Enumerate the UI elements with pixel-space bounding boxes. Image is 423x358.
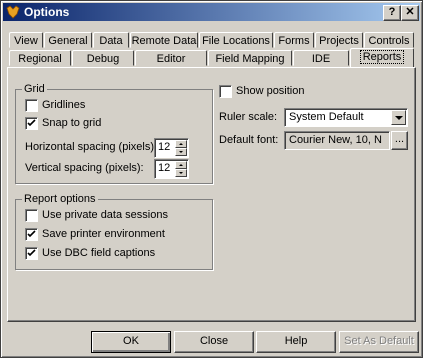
reports-panel: Grid Gridlines Snap to grid Horizontal s… [7,67,416,322]
report-options-group: Report options Use private data sessions… [15,193,213,270]
set-as-default-button[interactable]: Set As Default [339,331,419,353]
grid-group-label: Grid [22,83,47,95]
close-icon: ✕ [405,6,415,18]
fox-app-icon [6,5,20,19]
tab-editor[interactable]: Editor [135,50,207,66]
ruler-scale-value: System Default [289,111,364,123]
default-font-field[interactable]: Courier New, 10, N [284,131,390,150]
tab-file-locations[interactable]: File Locations [199,32,273,48]
chevron-down-icon[interactable] [391,110,406,125]
close-title-button[interactable]: ✕ [401,5,419,21]
report-options-label: Report options [22,193,98,205]
gridlines-label: Gridlines [42,99,86,111]
vertical-spacing-value[interactable]: 12 [158,162,170,174]
tab-regional[interactable]: Regional [9,50,71,66]
tab-controls[interactable]: Controls [364,32,414,48]
spin-up-button[interactable] [175,140,187,148]
ok-button[interactable]: OK [91,331,171,353]
snap-label: Snap to grid [42,117,102,129]
tab-remote-data[interactable]: Remote Data [130,32,198,48]
show-position-box[interactable] [219,85,232,98]
tab-data[interactable]: Data [93,32,129,48]
horizontal-spacing-label: Horizontal spacing (pixels): [25,141,158,153]
vertical-spacing-spinner[interactable]: 12 [154,159,189,179]
horizontal-spacing-spinner[interactable]: 12 [154,138,189,158]
tab-ide[interactable]: IDE [293,50,349,66]
vertical-spacing-label: Vertical spacing (pixels): [25,162,144,174]
dbc-label: Use DBC field captions [42,247,156,259]
tab-view[interactable]: View [9,32,43,48]
printer-box[interactable] [25,228,38,241]
check-icon [27,119,36,127]
grid-group: Grid Gridlines Snap to grid Horizontal s… [15,83,213,184]
window-title: Options [24,5,70,19]
question-icon: ? [388,6,396,18]
show-position-label: Show position [236,85,305,97]
default-font-value: Courier New, 10, N [289,134,382,146]
options-dialog: Options ? ✕ View General Data Remote Dat… [0,0,423,358]
private-box[interactable] [25,209,38,222]
ruler-scale-label: Ruler scale: [219,111,278,123]
ruler-scale-select[interactable]: System Default [284,108,408,127]
tab-reports[interactable]: Reports [350,48,414,67]
title-bar: Options ? ✕ [3,3,420,21]
check-icon [27,230,36,238]
tab-debug[interactable]: Debug [72,50,134,66]
check-icon [27,249,36,257]
tab-field-mapping[interactable]: Field Mapping [208,50,292,66]
gridlines-box[interactable] [25,99,38,112]
close-button[interactable]: Close [174,331,254,353]
tab-general[interactable]: General [44,32,92,48]
spin-up-button[interactable] [175,161,187,169]
private-label: Use private data sessions [42,209,168,221]
horizontal-spacing-value[interactable]: 12 [158,141,170,153]
dbc-box[interactable] [25,247,38,260]
tab-forms[interactable]: Forms [274,32,314,48]
help-title-button[interactable]: ? [383,5,401,21]
ellipsis-icon: ... [394,133,405,145]
help-button[interactable]: Help [256,331,336,353]
spin-down-button[interactable] [175,169,187,177]
font-browse-button[interactable]: ... [391,131,408,150]
default-font-label: Default font: [219,134,279,146]
spin-down-button[interactable] [175,148,187,156]
snap-box[interactable] [25,117,38,130]
printer-label: Save printer environment [42,228,165,240]
tab-projects[interactable]: Projects [315,32,363,48]
